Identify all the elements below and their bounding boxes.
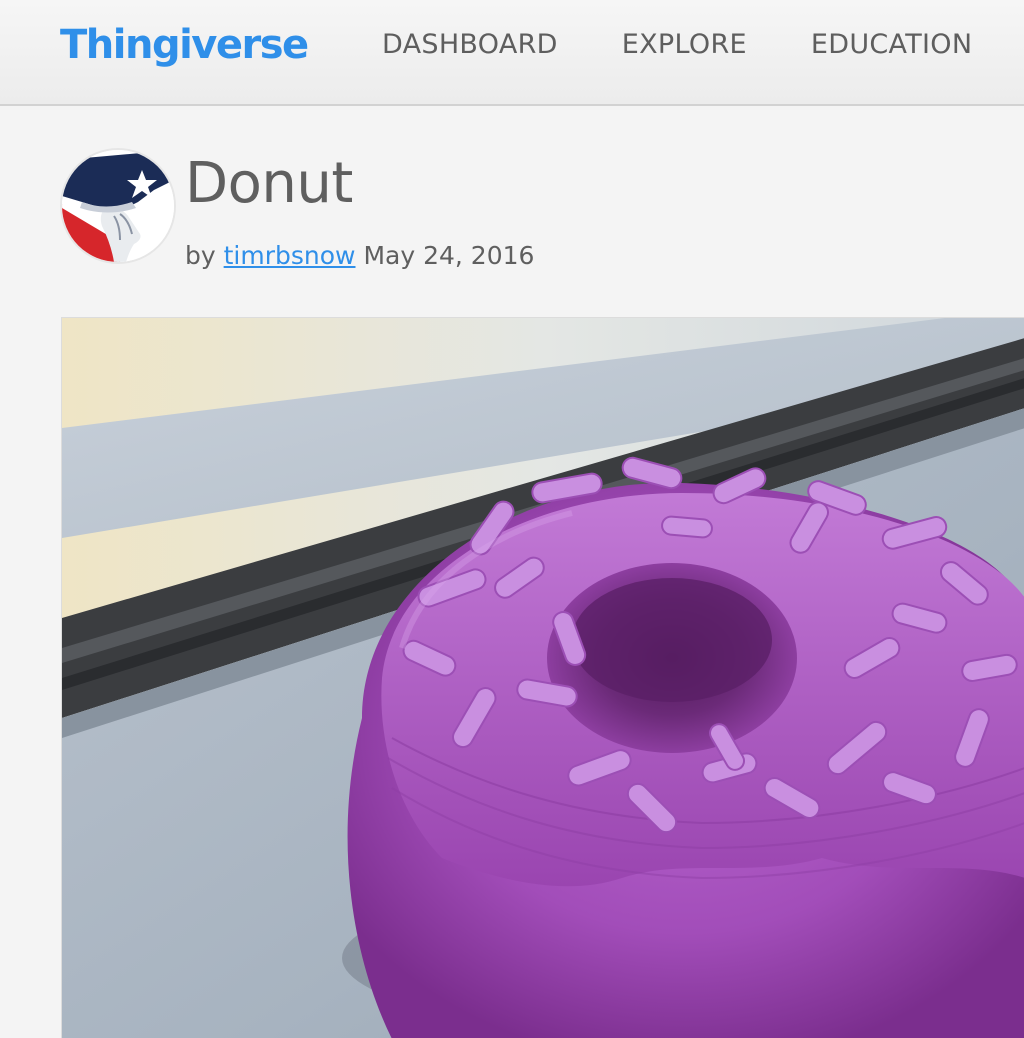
nav-item-explore[interactable]: EXPLORE [622,29,747,61]
byline-prefix: by [185,241,216,270]
author-avatar[interactable] [62,150,174,262]
top-navigation-bar: Thingiverse DASHBOARD EXPLORE EDUCATION [0,0,1024,106]
thing-byline: by timrbsnow May 24, 2016 [185,238,534,274]
donut-photo-image [62,318,1024,1038]
patriots-logo-icon [62,150,174,262]
nav-item-education[interactable]: EDUCATION [811,29,972,61]
author-link[interactable]: timrbsnow [224,241,356,270]
thing-main-image[interactable] [61,317,1024,1038]
publish-date: May 24, 2016 [363,241,535,270]
main-nav: DASHBOARD EXPLORE EDUCATION [382,29,1024,61]
thingiverse-logo[interactable]: Thingiverse [60,20,309,70]
nav-item-dashboard[interactable]: DASHBOARD [382,29,558,61]
thing-title: Donut [185,151,353,216]
